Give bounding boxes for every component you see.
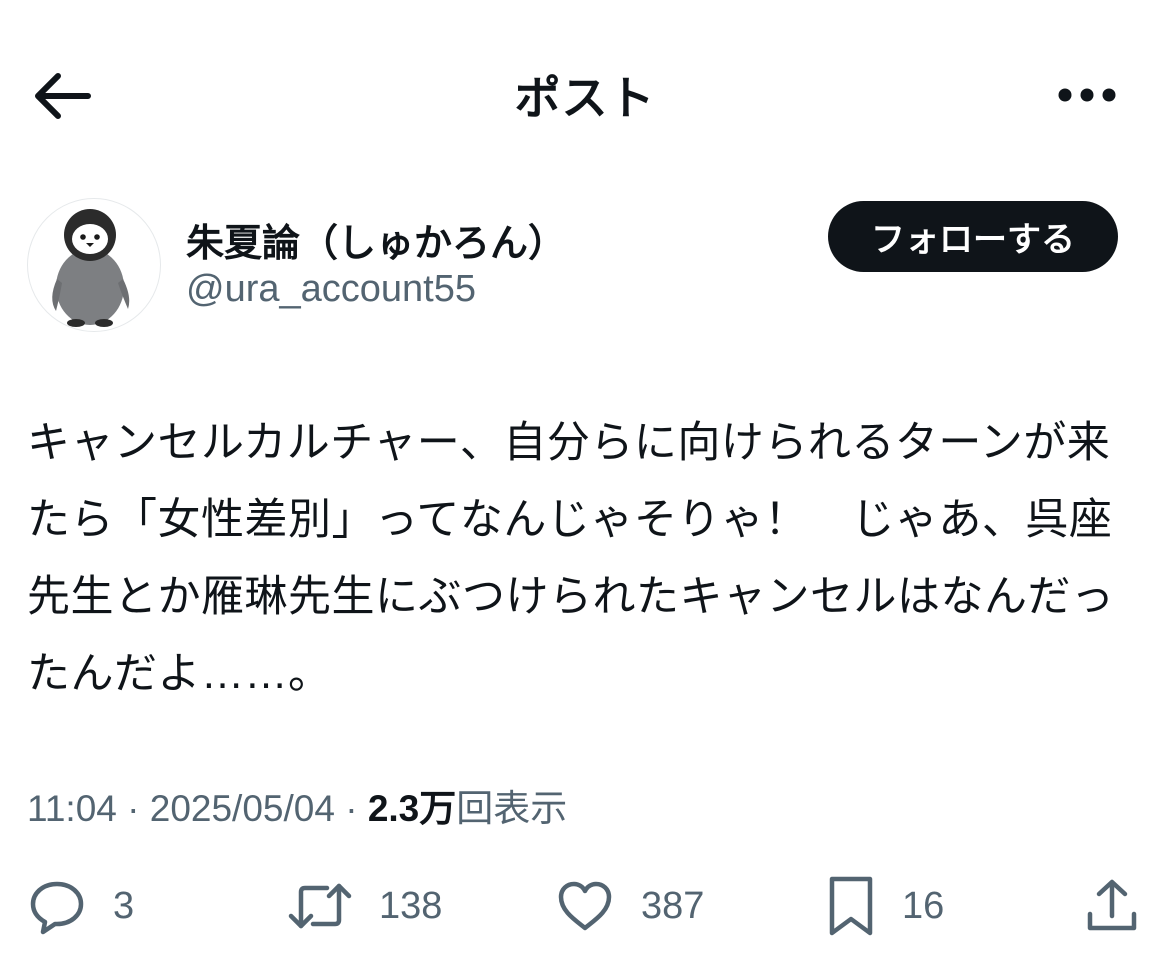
repost-count: 138: [379, 884, 443, 927]
meta-separator: ·: [116, 788, 150, 829]
page-title: ポスト: [514, 72, 656, 124]
more-horizontal-icon: [1058, 88, 1116, 102]
bookmark-button[interactable]: 16: [826, 874, 944, 938]
bookmark-count: 16: [902, 884, 945, 927]
reply-button[interactable]: 3: [27, 874, 134, 938]
penguin-avatar-icon: [52, 209, 130, 327]
reply-count: 3: [113, 884, 135, 927]
view-count[interactable]: 2.3万: [368, 788, 456, 829]
post-meta: 11:04 · 2025/05/04 · 2.3万回表示: [27, 778, 567, 832]
repost-icon: [288, 883, 352, 929]
like-button[interactable]: 387: [555, 874, 704, 938]
author-display-name[interactable]: 朱夏論（しゅかろん）: [186, 212, 566, 267]
author-handle[interactable]: @ura_account55: [186, 268, 476, 311]
repost-button[interactable]: 138: [287, 874, 442, 938]
view-count-label: 回表示: [456, 788, 568, 829]
share-button[interactable]: [1082, 874, 1142, 938]
share-icon: [1087, 879, 1137, 931]
post-text: キャンセルカルチャー、自分らに向けられるターンが来たら「女性差別」ってなんじゃそ…: [27, 419, 1115, 698]
follow-button[interactable]: フォローする: [828, 201, 1118, 272]
post-detail-page: ポスト 朱夏論（しゅかろん） @ura_account55 フォローする キャン…: [0, 0, 1170, 976]
post-date[interactable]: 2025/05/04: [150, 788, 335, 829]
post-time[interactable]: 11:04: [27, 788, 117, 829]
like-count: 387: [641, 884, 705, 927]
meta-separator: ·: [334, 788, 368, 829]
more-options-button[interactable]: [1052, 70, 1122, 120]
heart-icon: [558, 881, 612, 931]
bookmark-icon: [829, 876, 873, 936]
top-bar: ポスト: [0, 0, 1170, 190]
avatar[interactable]: [27, 198, 161, 332]
reply-icon: [30, 881, 84, 935]
